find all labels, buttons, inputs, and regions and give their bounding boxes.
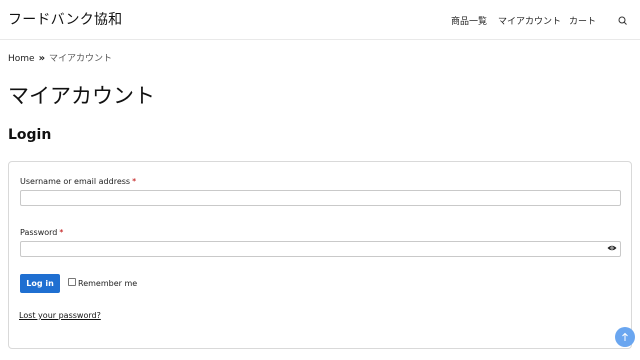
search-icon bbox=[618, 16, 627, 25]
username-label-text: Username or email address bbox=[20, 177, 131, 186]
nav-item-my-account[interactable]: マイアカウント bbox=[498, 14, 561, 27]
password-input[interactable] bbox=[20, 241, 621, 257]
site-title[interactable]: フードバンク協和 bbox=[8, 9, 122, 29]
username-input[interactable] bbox=[20, 190, 621, 206]
login-button[interactable]: Log in bbox=[20, 274, 60, 293]
username-label: Username or email address * bbox=[20, 177, 136, 186]
eye-icon[interactable] bbox=[607, 244, 617, 252]
password-label: Password * bbox=[20, 228, 63, 237]
required-mark: * bbox=[59, 228, 64, 237]
login-form: Username or email address * Password * Log… bbox=[8, 161, 632, 349]
password-label-text: Password bbox=[20, 228, 58, 237]
login-heading: Login bbox=[8, 127, 52, 143]
search-button[interactable] bbox=[616, 13, 630, 27]
breadcrumb-separator: » bbox=[38, 53, 46, 64]
page-title: マイアカウント bbox=[8, 84, 155, 108]
lost-password-link[interactable]: Lost your password? bbox=[19, 311, 101, 320]
remember-me-label: Remember me bbox=[78, 279, 138, 288]
remember-me[interactable]: Remember me bbox=[68, 278, 137, 288]
breadcrumb-current: マイアカウント bbox=[49, 54, 113, 64]
scroll-to-top-button[interactable] bbox=[615, 327, 635, 347]
site-header: フードバンク協和 商品一覧 マイアカウント カート bbox=[0, 0, 640, 40]
nav-item-products[interactable]: 商品一覧 bbox=[451, 14, 487, 27]
breadcrumb-home-link[interactable]: Home bbox=[8, 54, 35, 64]
required-mark: * bbox=[132, 177, 137, 186]
arrow-up-icon bbox=[622, 332, 628, 341]
nav-item-cart[interactable]: カート bbox=[569, 14, 596, 27]
remember-me-checkbox[interactable] bbox=[68, 278, 76, 286]
breadcrumb: Home» マイアカウント bbox=[8, 51, 112, 64]
